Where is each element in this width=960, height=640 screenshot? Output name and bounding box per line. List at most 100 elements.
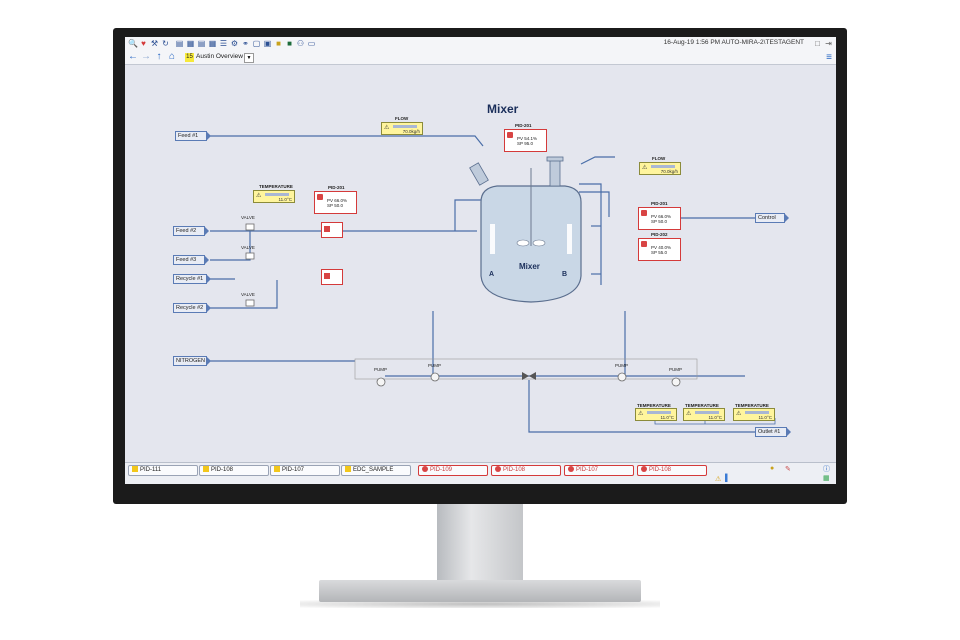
input-recycle-2[interactable]: Recycle #2 [173, 303, 211, 313]
pid-mini-faceplate[interactable] [321, 222, 343, 238]
input-feed-2[interactable]: Feed #2 [173, 226, 209, 236]
list-icon[interactable]: ☰ [219, 39, 228, 48]
input-feed-1[interactable]: Feed #1 [175, 131, 211, 141]
alarm-icon [324, 226, 330, 232]
toolbar: 🔍 ♥ ⚒ ↻ ▤ ▦ ▤ ▦ ☰ ⚙ ⚭ ▢ ▣ ■ ■ ⚇ ▭ 16-Aug… [125, 37, 836, 52]
search-icon[interactable]: 🔍 [128, 39, 138, 48]
valve-label: VALVE [241, 292, 255, 297]
flow-value: 70.0kg/h [660, 169, 678, 174]
pipe-feed-1 [210, 135, 484, 147]
grid-icon[interactable]: ▦ [208, 39, 217, 48]
temperature-indicator[interactable]: ⚠ 11.0°C [683, 408, 725, 421]
port-b-label: B [562, 271, 568, 278]
warning-icon: ⚠ [256, 193, 262, 199]
pid-faceplate-right-1[interactable]: PV 66.0% SP 50.0 [638, 207, 681, 230]
help-icon[interactable]: ⓘ [823, 464, 830, 474]
pipe-flow-right [580, 156, 615, 165]
doc-icon[interactable]: ▤ [197, 39, 206, 48]
doc-icon[interactable]: ▤ [175, 39, 184, 48]
chart-icon[interactable]: ▦ [186, 39, 195, 48]
pid-caption: PID-202 [651, 232, 668, 237]
up-arrow-icon[interactable]: ↑ [154, 52, 164, 62]
gear-icon[interactable]: ⚙ [230, 39, 239, 48]
input-nitrogen[interactable]: NITROGEN [173, 356, 211, 366]
chevron-down-icon[interactable]: ▼ [244, 53, 254, 63]
pid-caption: PID-201 [328, 185, 345, 190]
alarm-icon [324, 273, 330, 279]
alarm-icon [568, 466, 574, 472]
status-tab-edc-sample[interactable]: EDC_SAMPLE [341, 465, 411, 476]
grid-icon[interactable]: ▦ [823, 474, 830, 482]
warning-icon [203, 466, 209, 472]
bell-icon[interactable]: ● [770, 465, 774, 472]
pump-label: PUMP [615, 363, 629, 368]
warning-icon: ⚠ [736, 411, 742, 417]
alarm-tab-pid-107[interactable]: PID-107 [564, 465, 634, 476]
people-icon[interactable]: ⚇ [296, 39, 305, 48]
pid-caption: PID-201 [515, 123, 532, 128]
input-feed-3[interactable]: Feed #3 [173, 255, 209, 265]
alarm-icon [641, 466, 647, 472]
pipe-network [210, 135, 785, 433]
pid-mini-faceplate[interactable] [321, 269, 343, 285]
flow-caption: FLOW [652, 156, 666, 161]
folder-icon[interactable]: ▣ [263, 39, 272, 48]
alarm-icon [641, 241, 647, 247]
flow-indicator[interactable]: ⚠ 70.0kg/h [381, 122, 423, 135]
warning-icon[interactable]: ⚠ [715, 475, 721, 483]
status-tab-pid-107[interactable]: PID-107 [270, 465, 340, 476]
screen: 🔍 ♥ ⚒ ↻ ▤ ▦ ▤ ▦ ☰ ⚙ ⚭ ▢ ▣ ■ ■ ⚇ ▭ 16-Aug… [125, 37, 836, 484]
acknowledge-icon[interactable]: ✎ [785, 465, 791, 473]
pump-3 [617, 372, 627, 382]
note-icon[interactable]: ■ [274, 39, 283, 48]
status-tab-pid-108[interactable]: PID-108 [199, 465, 269, 476]
pid-faceplate-top[interactable]: PV 54.1% SP 95.0 [504, 129, 547, 152]
input-recycle-1[interactable]: Recycle #1 [173, 274, 211, 284]
warning-icon [274, 466, 280, 472]
output-outlet-1[interactable]: Outlet #1 [755, 427, 791, 437]
monitor-icon[interactable]: ▭ [307, 39, 316, 48]
mixer-vessel [469, 156, 582, 303]
temperature-indicator[interactable]: ⚠ 11.0°C [253, 190, 295, 203]
pid-faceplate-left[interactable]: PV 66.0% SP 50.0 [314, 191, 357, 214]
alarm-tab-pid-108-2[interactable]: PID-108 [637, 465, 707, 476]
window-icon[interactable]: □ [813, 39, 822, 48]
alarm-tab-pid-109[interactable]: PID-109 [418, 465, 488, 476]
image-icon[interactable]: ■ [285, 39, 294, 48]
link-icon[interactable]: ⚭ [241, 39, 250, 48]
date-text: 16-Aug-19 [663, 39, 695, 46]
status-tab-pid-111[interactable]: PID-111 [128, 465, 198, 476]
alarm-icon [507, 132, 513, 138]
home-icon[interactable]: ⌂ [167, 52, 177, 62]
pump-label: PUMP [428, 363, 442, 368]
heart-icon[interactable]: ♥ [139, 39, 148, 48]
forward-arrow-icon[interactable]: → [141, 52, 151, 62]
window-icon[interactable]: ▢ [252, 39, 261, 48]
valve-1 [245, 223, 255, 231]
back-arrow-icon[interactable]: ← [128, 52, 138, 62]
valve-label: VALVE [241, 245, 255, 250]
pid-faceplate-right-2[interactable]: PV 40.0% SP 55.0 [638, 238, 681, 261]
temperature-indicator[interactable]: ⚠ 11.0°C [635, 408, 677, 421]
temperature-indicator[interactable]: ⚠ 11.0°C [733, 408, 775, 421]
pipe-outlet-a [432, 311, 745, 377]
temperature-value: 11.0°C [758, 415, 772, 420]
temperature-value: 11.0°C [278, 197, 292, 202]
navbar: ← → ↑ ⌂ 15 Austin Overview ▼ ≡ [125, 51, 836, 65]
time-text: 1:56 PM [695, 39, 721, 46]
refresh-icon[interactable]: ↻ [161, 39, 170, 48]
exit-icon[interactable]: ⇥ [824, 39, 833, 48]
menu-icon[interactable]: ≡ [826, 52, 832, 63]
monitor-stand-base [319, 580, 641, 602]
output-control[interactable]: Control [755, 213, 789, 223]
warning-icon: ⚠ [642, 165, 648, 171]
diagram-title: Mixer [487, 102, 519, 116]
flow-indicator[interactable]: ⚠ 70.0kg/h [639, 162, 681, 175]
pump-4 [671, 377, 681, 387]
flow-caption: FLOW [395, 116, 409, 121]
warning-icon [345, 466, 351, 472]
tools-icon[interactable]: ⚒ [150, 39, 159, 48]
status-indicator-icon[interactable]: ▌ [725, 475, 730, 482]
tab-austin-overview[interactable]: Austin Overview [196, 53, 243, 60]
alarm-tab-pid-108[interactable]: PID-108 [491, 465, 561, 476]
